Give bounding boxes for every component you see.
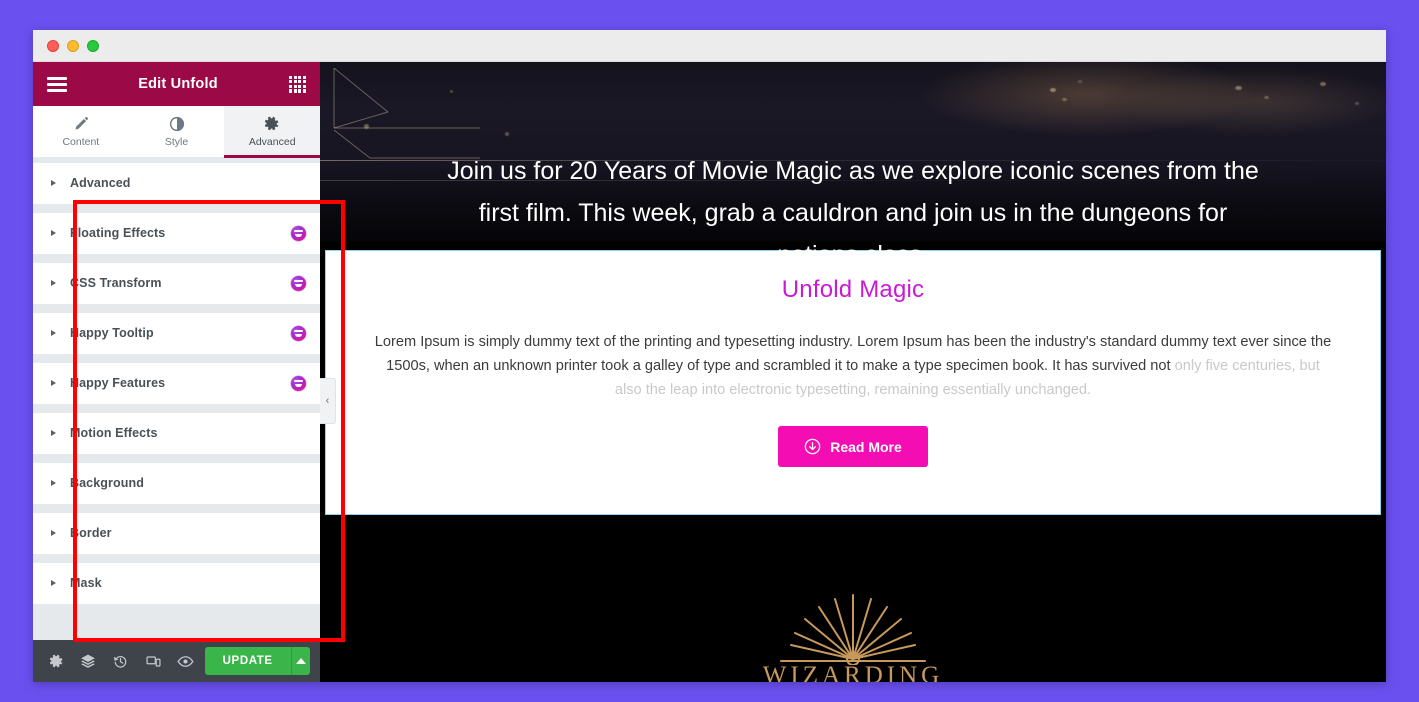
- wand-fan-logo: [780, 594, 926, 665]
- hero-light-spark: [1235, 86, 1242, 90]
- read-more-label: Read More: [830, 438, 902, 455]
- section-mask[interactable]: Mask: [33, 563, 320, 604]
- section-label: Background: [70, 476, 144, 490]
- section-label: CSS Transform: [70, 276, 162, 290]
- update-button[interactable]: UPDATE: [204, 647, 291, 675]
- hero-light-spark: [1062, 98, 1067, 101]
- chevron-right-icon: [51, 380, 56, 386]
- happy-addons-badge-icon: [291, 325, 306, 341]
- hero-light-spark: [1264, 96, 1269, 99]
- section-label: Advanced: [70, 176, 131, 190]
- hero-light-spark: [1320, 82, 1326, 86]
- tab-style[interactable]: Style: [128, 106, 225, 157]
- gear-icon: [265, 116, 279, 130]
- panel-tabs: Content Style Advanced: [33, 106, 321, 158]
- tab-advanced-label: Advanced: [248, 135, 296, 148]
- hero-heading-text: Join us for 20 Years of Movie Magic as w…: [447, 157, 1259, 269]
- tab-advanced[interactable]: Advanced: [224, 106, 321, 158]
- section-label: Border: [70, 526, 112, 540]
- tab-content-label: Content: [62, 135, 100, 148]
- hero-light-spark: [1355, 102, 1359, 105]
- chevron-right-icon: [51, 480, 56, 486]
- panel-collapse-handle[interactable]: ‹: [320, 378, 336, 424]
- happy-addons-badge-icon: [291, 275, 306, 291]
- read-more-button[interactable]: Read More: [778, 426, 928, 467]
- chevron-right-icon: [51, 280, 56, 286]
- section-css-transform[interactable]: CSS Transform: [33, 263, 320, 304]
- elementor-editor-panel: Edit Unfold Content Style Advanced Advan…: [33, 62, 321, 682]
- hamburger-menu-icon[interactable]: [47, 76, 67, 92]
- hero-light-spark: [1050, 88, 1056, 92]
- preview-eye-icon[interactable]: [172, 647, 198, 675]
- tab-content[interactable]: Content: [33, 106, 129, 157]
- chevron-right-icon: [51, 430, 56, 436]
- section-label: Motion Effects: [70, 426, 158, 440]
- section-label: Happy Tooltip: [70, 326, 154, 340]
- section-motion-effects[interactable]: Motion Effects: [33, 413, 320, 454]
- hero-light-spark: [450, 90, 453, 93]
- responsive-mode-icon[interactable]: [140, 647, 166, 675]
- tab-style-label: Style: [164, 135, 189, 148]
- history-revisions-icon[interactable]: [108, 647, 134, 675]
- section-background[interactable]: Background: [33, 463, 320, 504]
- hero-light-spark: [1078, 80, 1082, 83]
- window-titlebar: [33, 30, 1386, 62]
- section-happy-features[interactable]: Happy Features: [33, 363, 320, 404]
- card-body-text: Lorem Ipsum is simply dummy text of the …: [373, 330, 1333, 402]
- section-label: Happy Features: [70, 376, 166, 390]
- hero-light-spark: [364, 124, 369, 129]
- navigator-layers-icon[interactable]: [75, 647, 101, 675]
- section-label: Mask: [70, 576, 102, 590]
- desktop-background: Join us for 20 Years of Movie Magic as w…: [0, 0, 1419, 702]
- section-advanced[interactable]: Advanced: [33, 163, 320, 204]
- update-button-group: UPDATE: [204, 647, 310, 675]
- panel-header: Edit Unfold: [33, 62, 320, 106]
- panel-section-list: Advanced Floating Effects CSS Transform …: [33, 158, 320, 640]
- chevron-right-icon: [51, 330, 56, 336]
- section-floating-effects[interactable]: Floating Effects: [33, 213, 320, 254]
- settings-gear-icon[interactable]: [43, 647, 69, 675]
- browser-window: Join us for 20 Years of Movie Magic as w…: [33, 30, 1386, 682]
- happy-addons-badge-icon: [291, 225, 306, 241]
- chevron-right-icon: [51, 230, 56, 236]
- section-border[interactable]: Border: [33, 513, 320, 554]
- card-title: Unfold Magic: [781, 276, 925, 303]
- preview-canvas: Join us for 20 Years of Movie Magic as w…: [320, 62, 1386, 682]
- panel-title: Edit Unfold: [138, 76, 218, 92]
- window-close-button[interactable]: [47, 39, 59, 52]
- brand-wordmark: WIZARDING: [762, 662, 944, 682]
- circle-arrow-down-icon: [804, 438, 821, 455]
- hero-light-spark: [505, 132, 509, 136]
- panel-footer-toolbar: UPDATE: [33, 640, 320, 682]
- chevron-right-icon: [51, 530, 56, 536]
- update-options-caret-icon[interactable]: [290, 647, 310, 675]
- chevron-right-icon: [51, 180, 56, 186]
- content-card[interactable]: Unfold Magic Lorem Ipsum is simply dummy…: [325, 250, 1381, 515]
- window-maximize-button[interactable]: [87, 39, 99, 52]
- happy-addons-badge-icon: [291, 375, 306, 391]
- pencil-icon: [75, 116, 88, 129]
- widgets-grid-icon[interactable]: [288, 75, 306, 93]
- section-happy-tooltip[interactable]: Happy Tooltip: [33, 313, 320, 354]
- chevron-right-icon: [51, 580, 56, 586]
- window-minimize-button[interactable]: [67, 39, 79, 52]
- contrast-icon: [169, 116, 184, 131]
- site-footer-region: WIZARDING: [320, 520, 1386, 682]
- section-label: Floating Effects: [70, 226, 166, 240]
